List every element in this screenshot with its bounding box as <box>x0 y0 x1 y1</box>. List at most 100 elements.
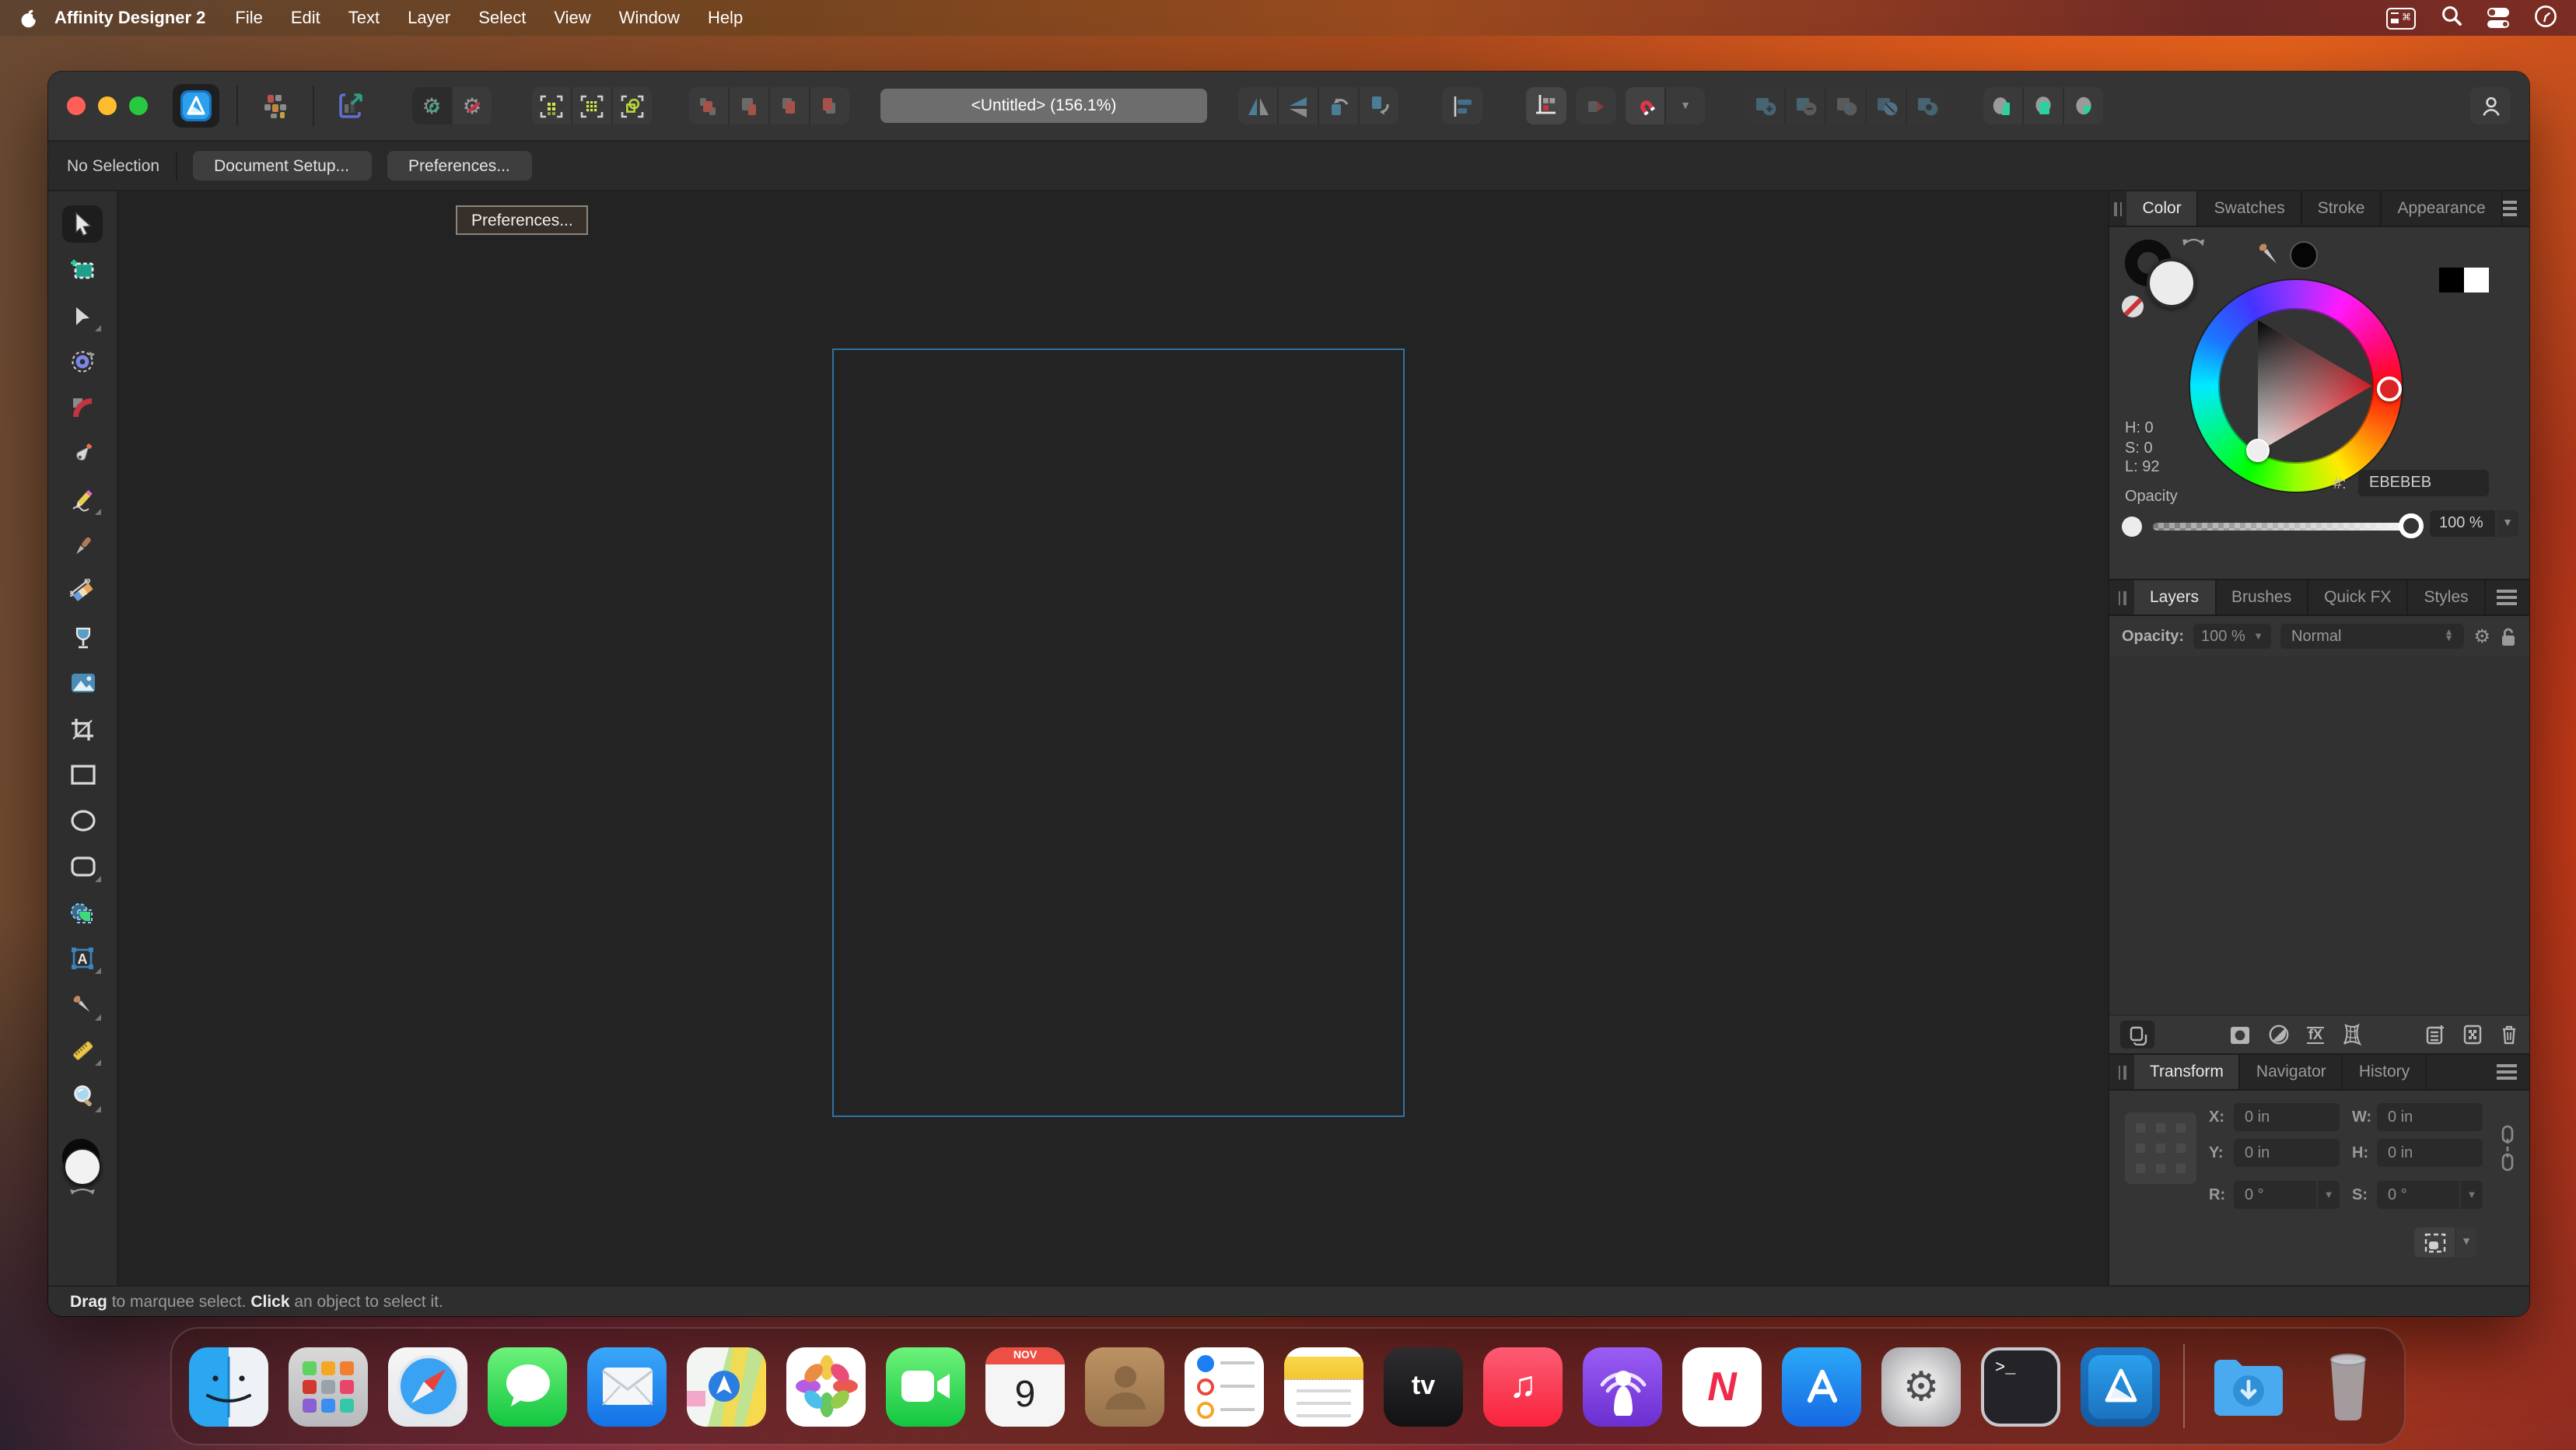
document-page[interactable] <box>832 348 1405 1117</box>
place-image-tool[interactable] <box>62 664 103 702</box>
export-persona-button[interactable] <box>331 87 372 124</box>
tab-color[interactable]: Color <box>2126 191 2198 226</box>
tab-brushes[interactable]: Brushes <box>2216 580 2308 615</box>
menu-file[interactable]: File <box>221 9 276 27</box>
rotation-input[interactable]: 0 °▼ <box>2234 1181 2340 1209</box>
panel-drag-handle[interactable] <box>2109 191 2126 226</box>
tab-layers[interactable]: Layers <box>2134 580 2216 615</box>
dock-finder[interactable] <box>189 1347 268 1426</box>
alignment-button[interactable] <box>1442 87 1482 124</box>
document-setup-gear-button[interactable]: ⚙ <box>412 87 451 124</box>
black-white-swatches[interactable] <box>2439 268 2489 292</box>
move-tool[interactable] <box>62 205 103 243</box>
rotate-clockwise-button[interactable] <box>1358 87 1398 124</box>
picked-color-swatch[interactable] <box>2290 241 2318 269</box>
menu-layer[interactable]: Layer <box>394 9 464 27</box>
boolean-subtract-button[interactable] <box>1784 87 1825 124</box>
boolean-intersect-button[interactable] <box>1825 87 1865 124</box>
pencil-tool[interactable] <box>62 481 103 518</box>
transparency-tool[interactable] <box>62 618 103 656</box>
panel-drag-handle[interactable] <box>2109 580 2134 615</box>
snapping-options-chevron[interactable]: ▼ <box>1664 87 1705 124</box>
menu-text[interactable]: Text <box>334 9 394 27</box>
x-input[interactable]: 0 in <box>2234 1103 2340 1131</box>
dock-notes[interactable] <box>1284 1347 1363 1426</box>
document-setup-button[interactable]: Document Setup... <box>192 151 371 180</box>
layer-settings-gear-icon[interactable]: ⚙ <box>2473 627 2490 646</box>
dock-affinity-designer[interactable] <box>2081 1347 2160 1426</box>
move-to-back-button[interactable] <box>809 87 849 124</box>
tab-stroke[interactable]: Stroke <box>2302 191 2382 226</box>
shape-builder-tool[interactable] <box>62 894 103 931</box>
dock-maps[interactable] <box>687 1347 766 1426</box>
canvas[interactable]: Preferences... <box>118 191 2108 1285</box>
tab-quickfx[interactable]: Quick FX <box>2308 580 2408 615</box>
pixel-persona-button[interactable] <box>255 87 296 124</box>
move-to-front-button[interactable] <box>689 87 728 124</box>
panel-menu-icon[interactable] <box>2503 207 2517 210</box>
menu-edit[interactable]: Edit <box>277 9 334 27</box>
tab-navigator[interactable]: Navigator <box>2241 1055 2343 1089</box>
menu-select[interactable]: Select <box>464 9 540 27</box>
dock-tv[interactable]: tv <box>1384 1347 1463 1426</box>
dock-mail[interactable] <box>587 1347 667 1426</box>
menu-view[interactable]: View <box>540 9 604 27</box>
node-tool[interactable] <box>62 297 103 334</box>
mesh-warp-icon[interactable] <box>2341 1024 2363 1045</box>
swap-colors-icon[interactable] <box>68 1186 96 1196</box>
panel-menu-icon[interactable] <box>2497 1070 2517 1073</box>
dock-terminal[interactable]: >_ <box>1981 1347 2060 1426</box>
add-layer-icon[interactable] <box>2425 1024 2445 1045</box>
opacity-value[interactable]: 100 % <box>2430 510 2495 537</box>
boolean-divide-button[interactable] <box>1865 87 1906 124</box>
move-backward-button[interactable] <box>768 87 809 124</box>
fill-gradient-tool[interactable] <box>62 573 103 610</box>
tab-swatches[interactable]: Swatches <box>2199 191 2302 226</box>
fill-color-swatch[interactable] <box>2147 258 2196 308</box>
saturation-lightness-triangle[interactable] <box>2190 280 2402 492</box>
h-input[interactable]: 0 in <box>2377 1139 2483 1167</box>
account-button[interactable] <box>2470 87 2511 124</box>
boolean-add-button[interactable] <box>1745 87 1784 124</box>
tab-history[interactable]: History <box>2343 1055 2427 1089</box>
minimize-button[interactable] <box>98 96 117 115</box>
menu-help[interactable]: Help <box>694 9 757 27</box>
blend-mode-select[interactable]: Normal▲▼ <box>2280 624 2464 649</box>
insert-behind-icon[interactable] <box>1983 87 2022 124</box>
dock-reminders[interactable] <box>1185 1347 1264 1426</box>
lock-icon[interactable] <box>2500 626 2517 646</box>
preferences-gear-button[interactable]: ⚙ <box>451 87 492 124</box>
active-app-name[interactable]: Affinity Designer 2 <box>42 9 221 27</box>
keyboard-input-menu-icon[interactable]: ⌘ <box>2386 7 2416 29</box>
dock-launchpad[interactable] <box>289 1347 368 1426</box>
boolean-combine-button[interactable] <box>1906 87 1946 124</box>
layer-effects-icon[interactable]: fX <box>2307 1026 2324 1043</box>
designer-persona-button[interactable] <box>173 84 219 128</box>
transform-origin-button[interactable] <box>2414 1228 2455 1257</box>
anchor-point-selector[interactable] <box>2125 1112 2196 1184</box>
dock-podcasts[interactable] <box>1583 1347 1662 1426</box>
insert-target-button[interactable] <box>1576 87 1616 124</box>
shear-input[interactable]: 0 °▼ <box>2377 1181 2483 1209</box>
hue-marker[interactable] <box>2377 377 2402 401</box>
rotate-counterclockwise-button[interactable] <box>1318 87 1358 124</box>
move-forward-button[interactable] <box>728 87 768 124</box>
dock-contacts[interactable] <box>1085 1347 1164 1426</box>
dock-trash[interactable] <box>2308 1347 2387 1426</box>
flip-vertical-button[interactable] <box>1277 87 1318 124</box>
dock-settings[interactable]: ⚙ <box>1881 1347 1961 1426</box>
dock-safari[interactable] <box>388 1347 467 1426</box>
search-icon[interactable] <box>2441 5 2462 31</box>
swap-fill-stroke-icon[interactable] <box>2180 232 2207 250</box>
black-swatch[interactable] <box>2439 268 2464 292</box>
apple-menu-icon[interactable] <box>19 7 39 29</box>
opacity-slider-knob[interactable] <box>2399 513 2424 538</box>
point-transform-tool[interactable] <box>62 343 103 380</box>
document-title[interactable]: <Untitled> (156.1%) <box>880 89 1207 123</box>
dock-calendar[interactable]: NOV9 <box>985 1347 1065 1426</box>
zoom-button[interactable] <box>129 96 148 115</box>
preferences-button[interactable]: Preferences... <box>387 151 532 180</box>
move-by-whole-pixels-button[interactable] <box>611 87 652 124</box>
color-picker-tool[interactable] <box>62 986 103 1023</box>
artistic-text-tool[interactable]: A <box>62 940 103 977</box>
